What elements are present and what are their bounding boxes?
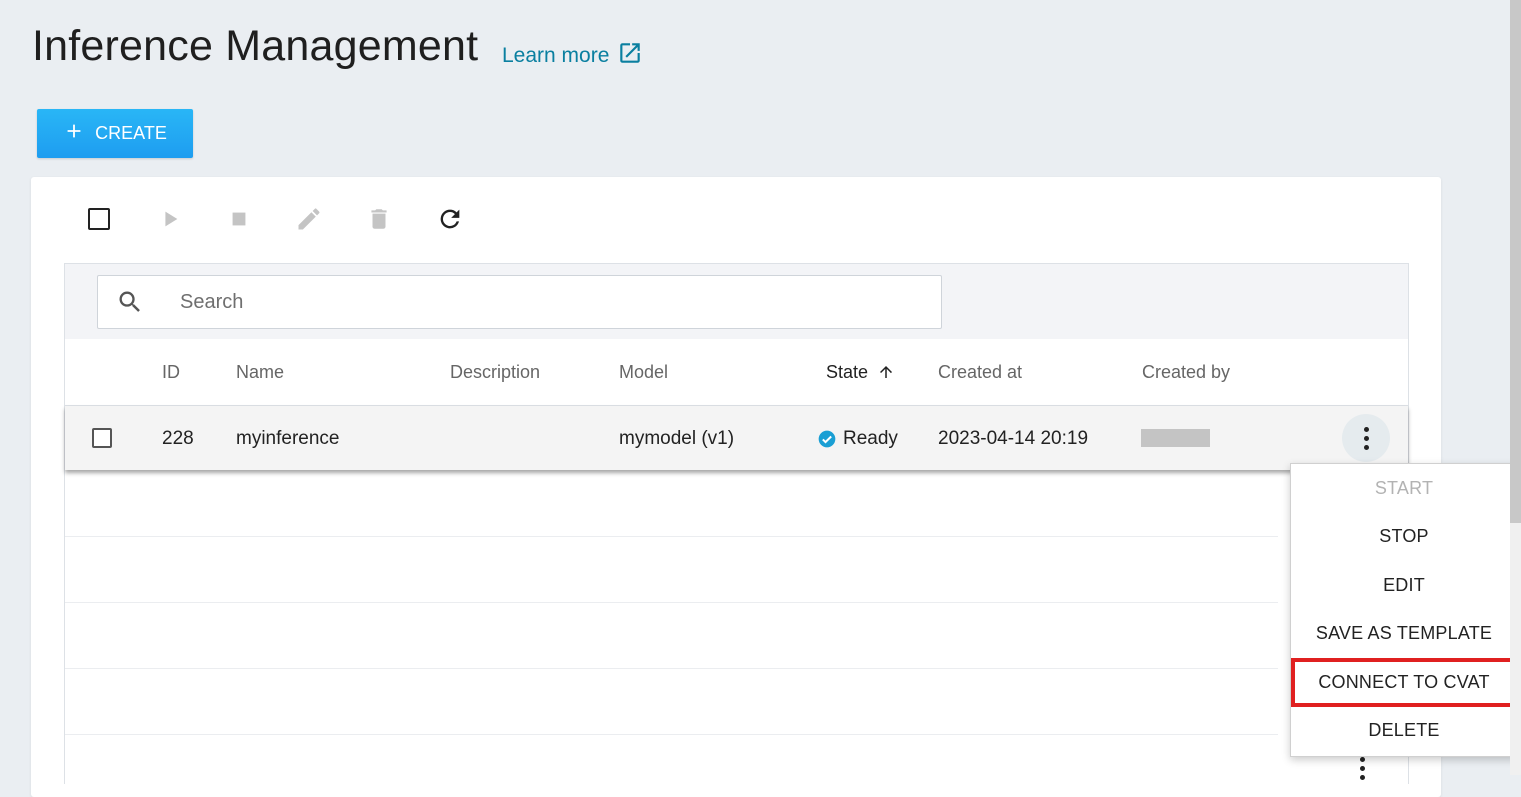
create-button[interactable]: CREATE	[37, 109, 193, 158]
select-all-checkbox[interactable]	[81, 201, 117, 237]
plus-icon	[63, 120, 85, 147]
row-created-by-redacted	[1141, 429, 1210, 447]
delete-icon[interactable]	[361, 201, 397, 237]
column-name[interactable]: Name	[236, 362, 284, 383]
play-icon[interactable]	[152, 201, 188, 237]
edit-icon[interactable]	[291, 201, 327, 237]
row-model: mymodel (v1)	[619, 428, 735, 449]
row-id: 228	[162, 428, 194, 449]
column-state[interactable]: State	[826, 362, 895, 386]
table-header: ID Name Description Model State Created …	[65, 339, 1408, 406]
refresh-icon[interactable]	[432, 201, 468, 237]
learn-more-link[interactable]: Learn more	[502, 40, 643, 72]
row-state-label: Ready	[843, 428, 898, 449]
menu-item-delete[interactable]: DELETE	[1291, 707, 1517, 756]
search-input[interactable]	[178, 276, 922, 328]
stop-icon[interactable]	[221, 201, 257, 237]
search-bar	[65, 264, 1408, 340]
menu-item-stop[interactable]: STOP	[1291, 513, 1517, 562]
menu-item-start: START	[1374, 477, 1434, 498]
search-icon	[116, 288, 144, 321]
menu-item-edit[interactable]: EDIT	[1291, 561, 1517, 610]
row-divider	[65, 536, 1278, 537]
sort-arrow-up-icon	[877, 363, 895, 386]
row-more-menu-button[interactable]	[1342, 414, 1390, 462]
column-created-by[interactable]: Created by	[1142, 362, 1230, 383]
learn-more-label: Learn more	[502, 44, 610, 67]
row-checkbox[interactable]	[92, 428, 112, 448]
create-label: CREATE	[95, 123, 167, 143]
column-description[interactable]: Description	[450, 362, 540, 383]
row-name[interactable]: myinference	[236, 428, 340, 450]
row-divider	[65, 734, 1278, 735]
row-state: Ready	[817, 428, 898, 450]
inference-table: ID Name Description Model State Created …	[64, 263, 1409, 784]
external-link-icon	[617, 40, 643, 72]
column-id[interactable]: ID	[162, 362, 180, 383]
row-divider	[65, 668, 1278, 669]
column-created-at[interactable]: Created at	[938, 362, 1022, 383]
column-state-label: State	[826, 362, 869, 382]
row-more-menu-button[interactable]	[1360, 757, 1365, 780]
row-created-at: 2023-04-14 20:19	[938, 428, 1089, 449]
menu-item-save-as-template[interactable]: SAVE AS TEMPLATE	[1291, 610, 1517, 659]
row-context-menu: START STOP EDIT SAVE AS TEMPLATE CONNECT…	[1290, 463, 1518, 757]
column-model[interactable]: Model	[619, 362, 668, 383]
search-field[interactable]	[97, 275, 942, 329]
table-row[interactable]: 228 myinference mymodel (v1) Ready 2023-…	[65, 406, 1408, 470]
page-title: Inference Management	[32, 22, 479, 70]
row-divider	[65, 602, 1278, 603]
menu-item-connect-to-cvat[interactable]: CONNECT TO CVAT	[1291, 658, 1517, 707]
check-circle-icon	[817, 429, 837, 449]
page-scrollbar-thumb[interactable]	[1510, 0, 1521, 523]
